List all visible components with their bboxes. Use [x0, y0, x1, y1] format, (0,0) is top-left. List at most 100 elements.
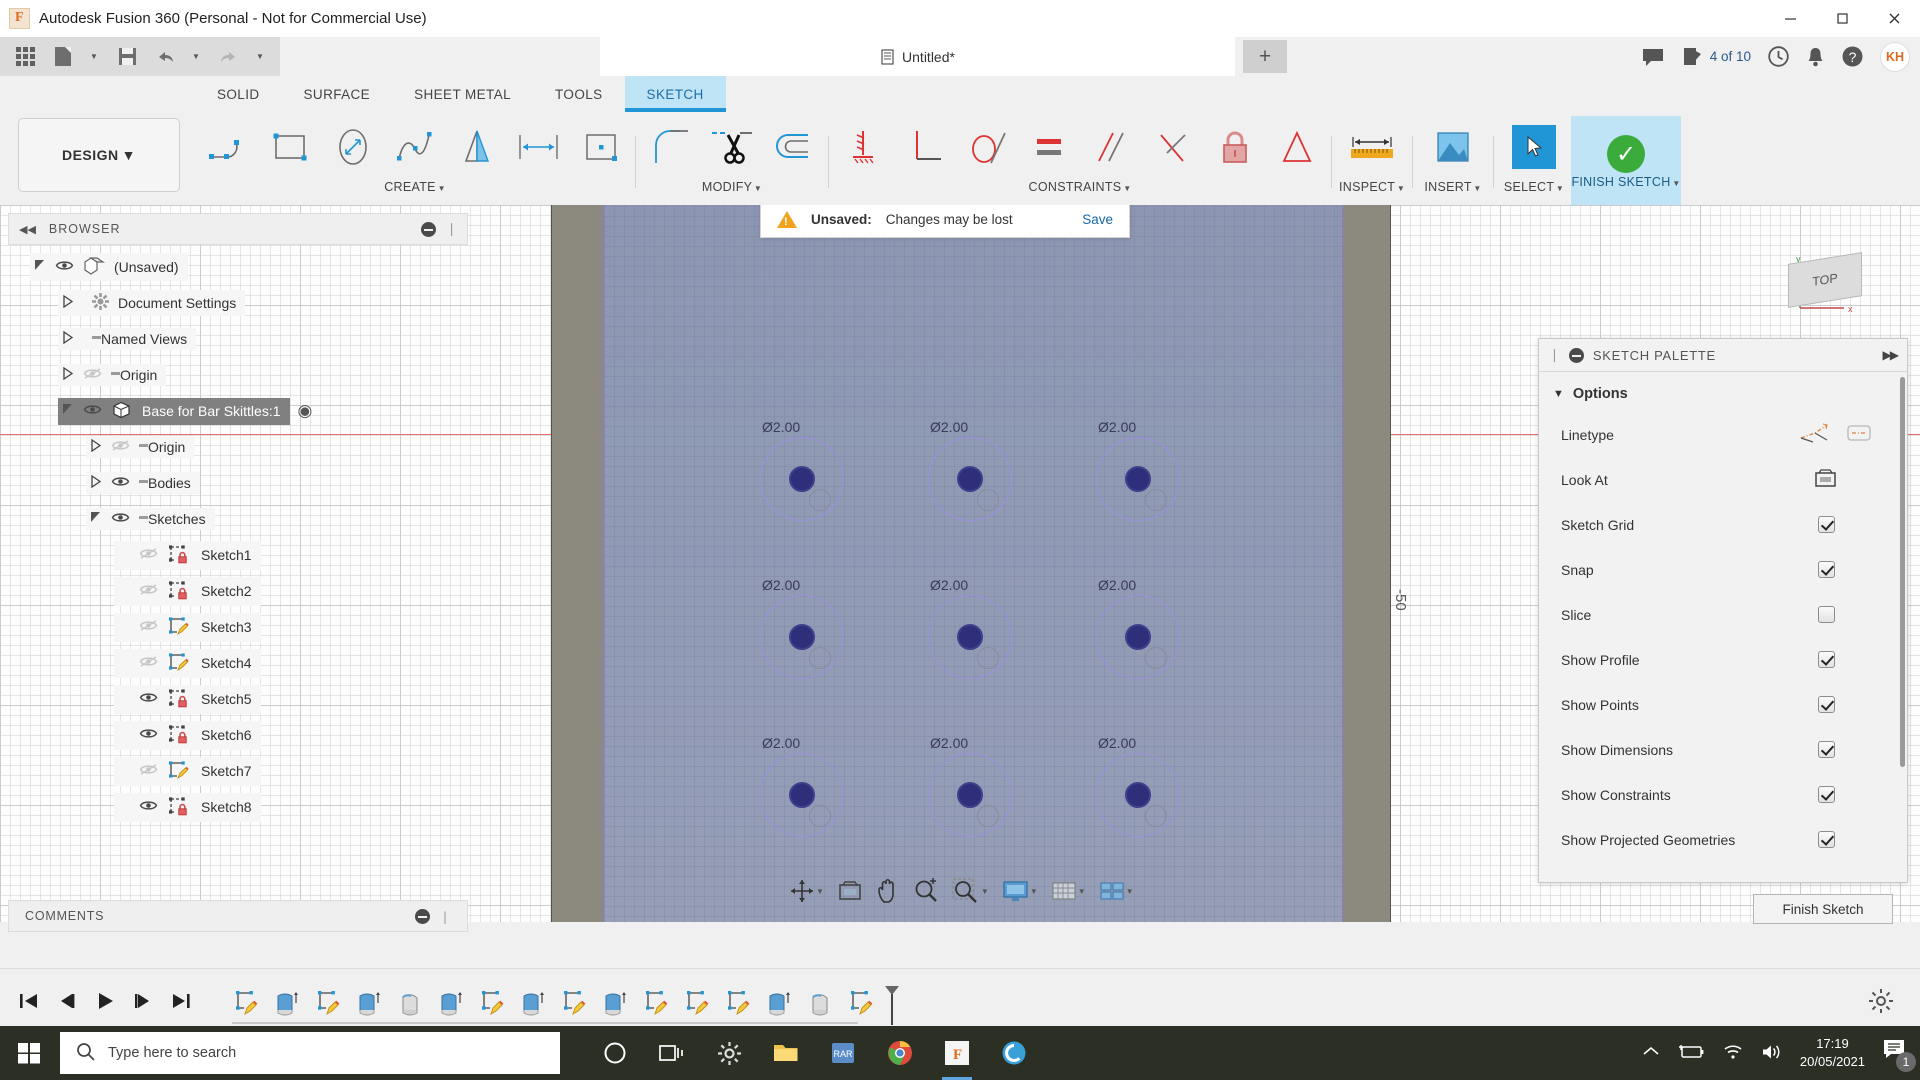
dimension-label[interactable]: Ø2.00 — [1098, 577, 1136, 593]
undo-icon[interactable] — [146, 40, 184, 73]
step-forward-icon[interactable] — [132, 991, 154, 1014]
palette-row-show-points[interactable]: Show Points — [1539, 682, 1907, 727]
sketch-hole-center[interactable] — [789, 624, 815, 650]
parallel-icon[interactable] — [1080, 116, 1142, 178]
task-view-icon[interactable] — [645, 1026, 699, 1080]
visibility-eye-icon[interactable] — [55, 259, 74, 275]
browser-tree-item-sketch1[interactable]: Sketch1 — [8, 537, 468, 573]
browser-tree-item-sketches[interactable]: Sketches — [8, 501, 468, 537]
sketch-hole-center[interactable] — [957, 782, 983, 808]
sketch-projected-circle[interactable] — [808, 488, 831, 511]
dimension-label[interactable]: Ø2.00 — [1098, 419, 1136, 435]
fit-icon[interactable]: ▼ — [947, 870, 994, 912]
visibility-eye-icon[interactable] — [139, 583, 158, 599]
winrar-icon[interactable]: RAR — [816, 1026, 870, 1080]
visibility-eye-icon[interactable] — [83, 403, 102, 419]
save-link[interactable]: Save — [1082, 212, 1113, 227]
orbit-icon[interactable]: ▼ — [784, 870, 829, 912]
insert-image-icon[interactable] — [1416, 116, 1490, 178]
play-icon[interactable] — [94, 991, 116, 1014]
minus-circle-icon[interactable] — [421, 221, 437, 237]
palette-scrollbar[interactable] — [1900, 377, 1905, 767]
browser-tree-item-base-for-bar-skittles-1[interactable]: Base for Bar Skittles:1 ◉ — [8, 393, 468, 429]
spline-icon[interactable] — [384, 116, 446, 178]
checkbox[interactable] — [1818, 831, 1835, 848]
look-at-icon[interactable] — [832, 870, 868, 912]
linetype-centerline-icon[interactable] — [1845, 422, 1873, 447]
teams-icon[interactable] — [987, 1026, 1041, 1080]
redo-dropdown[interactable]: ▼ — [248, 40, 274, 73]
visibility-eye-icon[interactable] — [139, 763, 158, 779]
visibility-eye-icon[interactable] — [111, 439, 130, 455]
volume-icon[interactable] — [1761, 1043, 1783, 1064]
palette-row-look-at[interactable]: Look At — [1539, 457, 1907, 502]
visibility-eye-icon[interactable] — [139, 691, 158, 707]
sketch-circle[interactable] — [928, 437, 1012, 521]
visibility-eye-icon[interactable] — [111, 475, 130, 491]
offset-icon[interactable] — [763, 116, 825, 178]
sketch-hole-center[interactable] — [957, 466, 983, 492]
trim-icon[interactable] — [701, 116, 763, 178]
sketch-projected-circle[interactable] — [976, 488, 999, 511]
sketch-circle[interactable] — [1096, 437, 1180, 521]
sketch-hole-center[interactable] — [1125, 466, 1151, 492]
windows-start-icon[interactable] — [0, 1026, 58, 1080]
expand-right-icon[interactable]: ▶▶ — [1883, 348, 1900, 362]
grid-apps-icon[interactable] — [6, 40, 44, 73]
tree-expander[interactable] — [62, 294, 74, 311]
close-button[interactable] — [1868, 0, 1920, 37]
tab-sheet-metal[interactable]: SHEET METAL — [392, 76, 533, 112]
browser-tree-item-sketch5[interactable]: Sketch5 — [8, 681, 468, 717]
minus-circle-icon[interactable] — [1568, 347, 1584, 363]
palette-row-linetype[interactable]: Linetype — [1539, 412, 1907, 457]
browser-tree-item-origin[interactable]: Origin — [8, 357, 468, 393]
cortana-icon[interactable] — [588, 1026, 642, 1080]
equal-icon[interactable] — [1018, 116, 1080, 178]
finish-sketch-dialog-button[interactable]: Finish Sketch — [1753, 894, 1893, 924]
browser-tree-item-document-settings[interactable]: Document Settings — [8, 285, 468, 321]
sketch-hole-center[interactable] — [789, 782, 815, 808]
zoom-icon[interactable] — [908, 870, 944, 912]
look-at-button[interactable] — [1814, 467, 1838, 492]
slot-icon[interactable] — [508, 116, 570, 178]
sketch-circle[interactable] — [928, 753, 1012, 837]
checkbox[interactable] — [1818, 786, 1835, 803]
activate-component-icon[interactable]: ◉ — [298, 401, 313, 421]
comment-icon[interactable] — [1641, 47, 1665, 67]
fix-constraint-icon[interactable] — [832, 116, 894, 178]
sketch-projected-circle[interactable] — [808, 804, 831, 827]
dimension-label[interactable]: Ø2.00 — [930, 419, 968, 435]
go-to-end-icon[interactable] — [170, 991, 192, 1014]
fix-lock-icon[interactable] — [1204, 116, 1266, 178]
save-icon[interactable] — [108, 40, 146, 73]
palette-row-show-dimensions[interactable]: Show Dimensions — [1539, 727, 1907, 772]
grid-snap-icon[interactable]: ▼ — [1046, 870, 1091, 912]
history-clock-icon[interactable] — [1767, 45, 1790, 68]
select-cursor-icon[interactable] — [1497, 116, 1571, 178]
visibility-eye-icon[interactable] — [111, 511, 130, 527]
redo-icon[interactable] — [210, 40, 248, 73]
browser-tree-item-origin[interactable]: Origin — [8, 429, 468, 465]
tree-expander[interactable] — [90, 438, 102, 455]
browser-tree-item-bodies[interactable]: Bodies — [8, 465, 468, 501]
tree-expander[interactable] — [62, 330, 74, 347]
rectangle-icon[interactable] — [260, 116, 322, 178]
tree-expander[interactable] — [34, 259, 46, 275]
palette-row-show-projected-geometries[interactable]: Show Projected Geometries — [1539, 817, 1907, 862]
workspace-selector[interactable]: DESIGN ▼ — [18, 118, 180, 192]
tab-tools[interactable]: TOOLS — [533, 76, 625, 112]
sketch-projected-circle[interactable] — [976, 804, 999, 827]
sketch-circle[interactable] — [760, 437, 844, 521]
dimension-label[interactable]: Ø2.00 — [930, 577, 968, 593]
sketch-hole-center[interactable] — [957, 624, 983, 650]
notification-center-icon[interactable]: 1 — [1882, 1038, 1916, 1072]
palette-row-sketch-grid[interactable]: Sketch Grid — [1539, 502, 1907, 547]
show-hidden-icons-icon[interactable] — [1642, 1045, 1660, 1062]
dimension-label[interactable]: Ø2.00 — [762, 419, 800, 435]
dimension-label[interactable]: Ø2.00 — [762, 577, 800, 593]
fillet-icon[interactable] — [639, 116, 701, 178]
comments-panel[interactable]: COMMENTS ❘ — [8, 900, 468, 932]
pan-icon[interactable] — [871, 870, 905, 912]
dimension-label[interactable]: Ø2.00 — [762, 735, 800, 751]
display-settings-icon[interactable]: ▼ — [997, 870, 1043, 912]
